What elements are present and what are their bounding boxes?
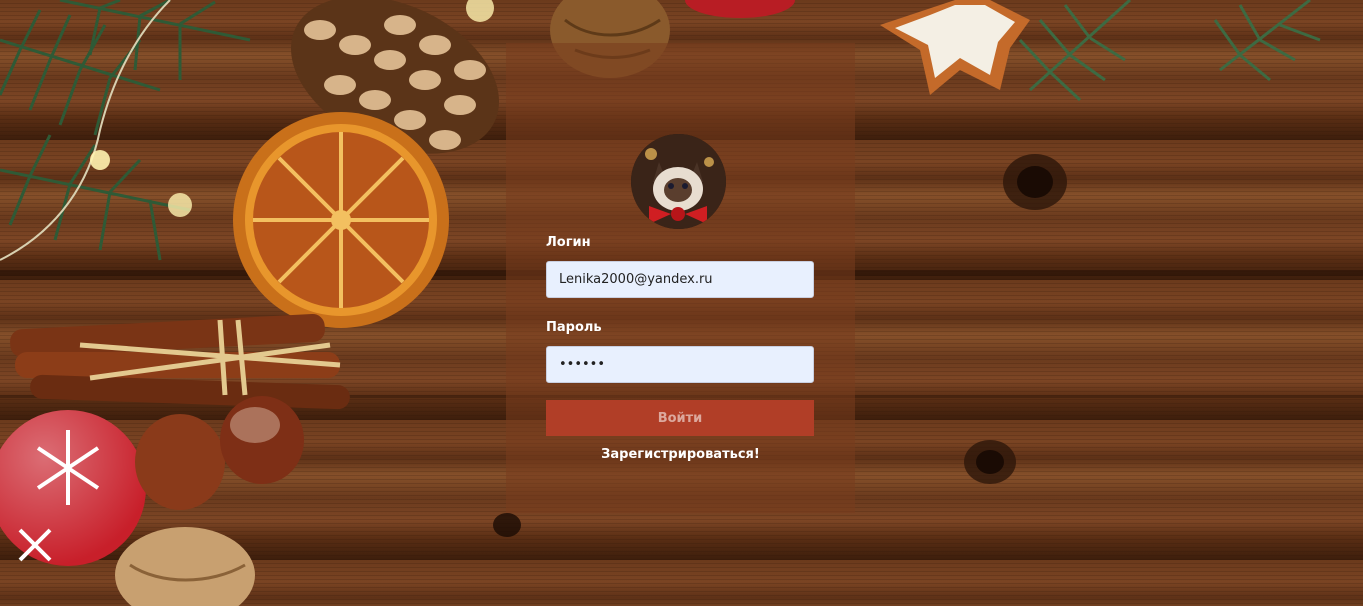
login-input[interactable] [546, 261, 814, 298]
hazelnut-icon [135, 414, 225, 510]
ornament-ball-icon [685, 0, 795, 18]
cinnamon-sticks-icon [10, 313, 350, 410]
password-label: Пароль [546, 320, 602, 335]
cat-avatar-icon [631, 134, 726, 229]
login-panel: Логин Пароль Войти Зарегистрироваться! [506, 43, 855, 513]
wood-knot [976, 450, 1004, 474]
gingerbread-star-icon [880, 0, 1030, 95]
light-bulb-icon [168, 193, 192, 217]
login-button[interactable]: Войти [546, 400, 814, 436]
orange-slice-icon [233, 112, 449, 328]
light-bulb-icon [466, 0, 494, 22]
walnut-icon [115, 527, 255, 606]
password-input[interactable] [546, 346, 814, 383]
wood-knot [493, 513, 521, 537]
light-bulb-icon [90, 150, 110, 170]
fir-branch-icon [1018, 0, 1321, 102]
fir-branch-icon [0, 0, 251, 261]
register-link[interactable]: Зарегистрироваться! [506, 447, 855, 462]
ornament-ball-icon [0, 410, 146, 566]
wood-knot [1017, 166, 1053, 198]
login-label: Логин [546, 235, 591, 250]
